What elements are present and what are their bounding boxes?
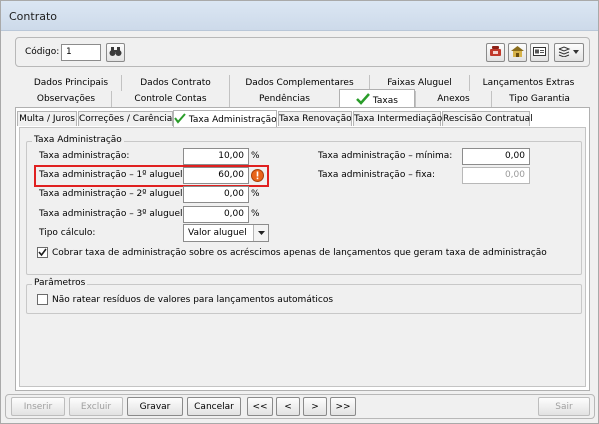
layers-icon [558,46,579,58]
subtab-correcoes-carencia[interactable]: Correções / Carência [78,111,173,126]
second-rent-percent: % [251,189,260,199]
binoculars-icon [109,47,122,56]
parametros-group-title: Parâmetros [32,278,88,288]
taxa-administracao-group-title: Taxa Administração [32,135,124,145]
fixed-input[interactable]: 0,00 [462,167,530,184]
title-bar: Contrato [1,1,598,31]
delete-button[interactable]: Excluir [69,397,123,416]
save-button[interactable]: Gravar [127,397,183,416]
chevron-down-icon[interactable] [253,225,268,241]
first-rent-input[interactable]: 60,00 [183,167,249,184]
window-title: Contrato [9,10,58,23]
charge-checkbox-label: Cobrar taxa de administração sobre os ac… [52,248,547,258]
prev-record-button[interactable]: < [276,397,300,416]
insert-button[interactable]: Inserir [11,397,65,416]
checkbox-check-icon [38,248,47,257]
admin-percent: % [251,151,260,161]
taxa-administracao-panel: Taxa Administração Taxa administração: 1… [19,127,586,387]
second-rent-input[interactable]: 0,00 [183,186,249,203]
ratear-checkbox-label: Não ratear resíduos de valores para lanç… [52,295,334,305]
tab-lancamentos-extras[interactable]: Lançamentos Extras [469,75,587,91]
card-icon [533,47,546,56]
tab-taxas[interactable]: Taxas [339,89,415,108]
calc-type-label: Tipo cálculo: [39,228,96,238]
min-label: Taxa administração – mínima: [318,151,453,161]
exit-button[interactable]: Sair [538,397,590,416]
last-record-button[interactable]: >> [330,397,356,416]
third-rent-input[interactable]: 0,00 [183,206,249,223]
admin-input[interactable]: 10,00 [183,148,249,165]
subtab-taxa-renovacao[interactable]: Taxa Renovação [278,111,352,126]
tab-tipo-garantia[interactable]: Tipo Garantia [491,91,587,107]
house-button[interactable] [508,43,527,62]
tab-dados-contrato[interactable]: Dados Contrato [121,75,229,91]
phone-button[interactable] [486,43,505,62]
tab-anexos[interactable]: Anexos [415,91,491,107]
footer-bar: Inserir Excluir Gravar Cancelar << < > >… [5,394,595,419]
tab-dados-principais[interactable]: Dados Principais [21,75,121,91]
subtab-rescisao-contratual[interactable]: Rescisão Contratual [442,111,533,126]
charge-checkbox[interactable] [37,247,48,258]
warning-icon[interactable] [251,169,264,182]
subtab-multa-juros[interactable]: Multa / Juros [17,111,77,126]
code-label: Código: [25,47,60,57]
subtab-taxa-administracao[interactable]: Taxa Administração [173,110,277,127]
checkmark-icon [356,93,370,105]
card-button[interactable] [530,43,549,62]
tab-controle-contas[interactable]: Controle Contas [111,91,229,107]
code-input[interactable]: 1 [61,44,101,61]
layers-dropdown-button[interactable] [554,43,584,62]
next-record-button[interactable]: > [303,397,327,416]
fixed-label: Taxa administração – fixa: [318,170,436,180]
house-icon [511,46,524,57]
ratear-checkbox[interactable] [37,294,48,305]
calc-type-select[interactable]: Valor aluguel [183,224,269,242]
min-input[interactable]: 0,00 [462,148,530,165]
third-rent-label: Taxa administração – 3º aluguel: [39,209,186,219]
subtab-taxa-administracao-label: Taxa Administração [188,115,277,125]
phone-icon [490,46,501,56]
contract-window: Contrato Código: 1 Dados Principais Dado… [0,0,599,424]
second-rent-label: Taxa administração – 2º aluguel: [39,189,186,199]
tab-observacoes[interactable]: Observações [21,91,111,107]
search-button[interactable] [106,43,125,62]
checkmark-icon [174,113,186,124]
tab-taxas-label: Taxas [372,96,398,106]
first-record-button[interactable]: << [247,397,273,416]
third-rent-percent: % [251,209,260,219]
header-panel: Código: 1 [15,37,590,67]
tab-pendencias[interactable]: Pendências [229,91,339,107]
admin-label: Taxa administração: [39,151,130,161]
calc-type-value: Valor aluguel [188,228,247,238]
subtab-taxa-intermediacao[interactable]: Taxa Intermediação [353,111,442,126]
cancel-button[interactable]: Cancelar [187,397,241,416]
first-rent-label: Taxa administração – 1º aluguel: [39,170,186,180]
